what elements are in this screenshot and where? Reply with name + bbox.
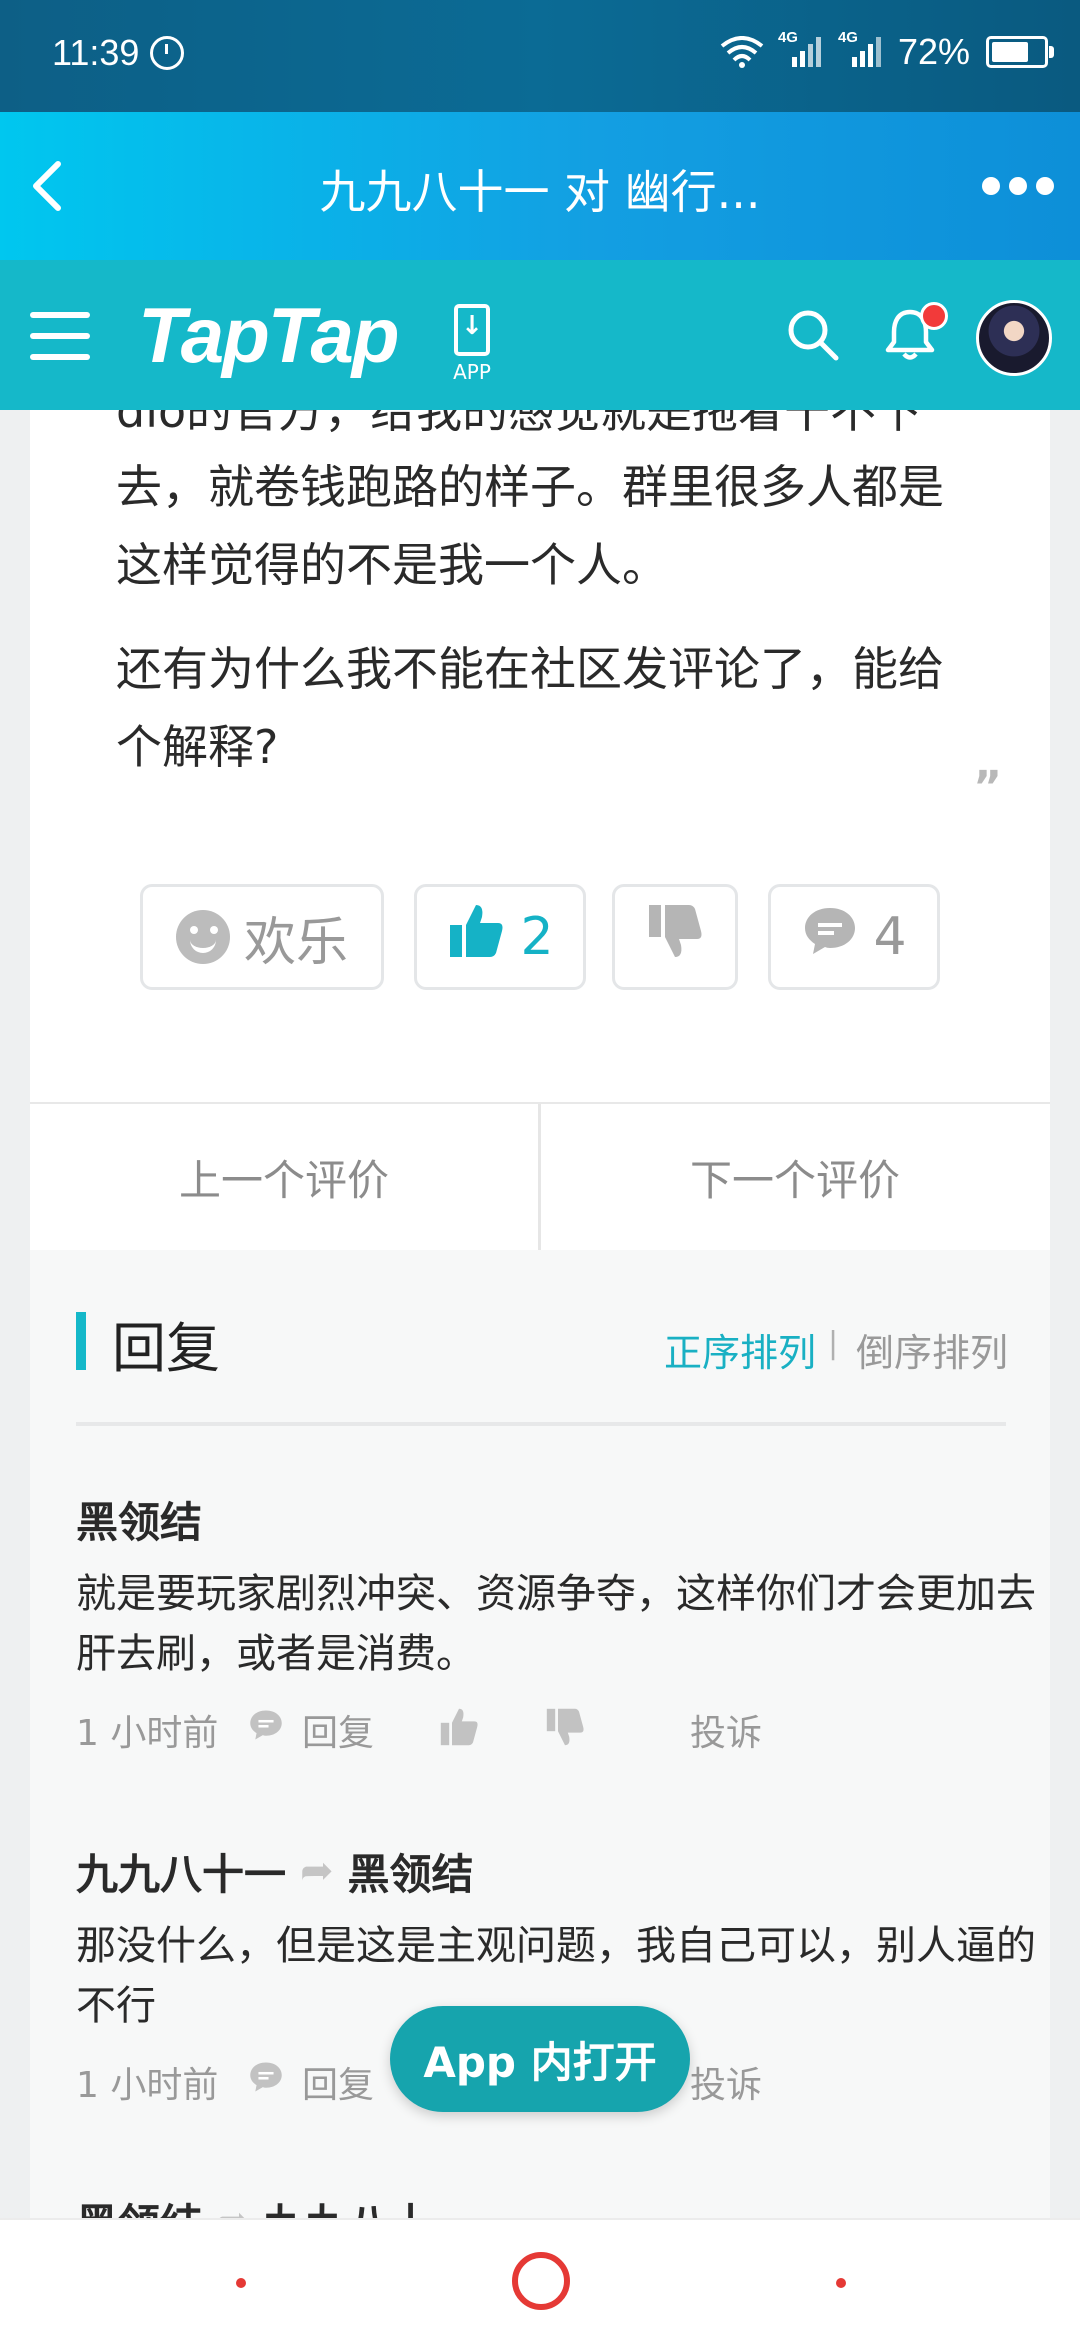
review-paragraph-2: 还有为什么我不能在社区发评论了，能给个解释? <box>116 642 944 774</box>
notification-badge <box>920 302 948 330</box>
battery-percent: 72% <box>897 31 970 72</box>
cellular-signal-icon: 4G <box>838 29 884 69</box>
replies-title: 回复 <box>112 1317 220 1380</box>
reply-time: 1 小时前 <box>76 1713 219 1754</box>
reply-to-arrow-icon: ➦ <box>300 1848 334 1894</box>
comment-icon <box>801 904 859 971</box>
nav-recent-dot[interactable] <box>836 2278 846 2288</box>
network-type-label: 4G <box>837 29 858 46</box>
more-options-icon[interactable] <box>982 172 1054 200</box>
sort-ascending-tab[interactable]: 正序排列 <box>664 1322 816 1377</box>
upvote-count: 2 <box>520 907 554 967</box>
downvote-button[interactable] <box>612 884 738 990</box>
review-text-partial: dlo的官方，给我的感觉就是拖着干不下 <box>116 410 996 436</box>
alarm-icon <box>150 36 184 70</box>
nav-back-dot[interactable] <box>236 2278 246 2288</box>
fun-reaction-label: 欢乐 <box>243 912 348 973</box>
review-partial-line: dlo的官方，给我的感觉就是拖着干不下 <box>116 410 996 434</box>
reply-icon[interactable] <box>246 1708 286 1742</box>
thumbs-up-icon[interactable] <box>438 1706 480 1748</box>
sort-separator: | <box>828 1326 839 1361</box>
app-download-label: APP <box>453 360 491 384</box>
reply-item: 黑领结 就是要玩家剧烈冲突、资源争夺，这样你们才会更加去肝去刷，或者是消费。 1… <box>76 1490 1036 1758</box>
thumbs-up-icon <box>446 901 506 974</box>
phone-download-icon <box>454 304 490 356</box>
browser-title-bar: 九九八十一 对 幽行... <box>0 112 1080 260</box>
network-type-label: 4G <box>777 29 798 46</box>
thumbs-down-icon <box>645 901 705 974</box>
nav-home-circle[interactable] <box>512 2252 570 2310</box>
reply-to-user[interactable]: 黑领结 <box>348 1841 474 1902</box>
smile-icon <box>175 910 230 964</box>
taptap-logo[interactable]: TapTap <box>138 290 400 381</box>
reply-author[interactable]: 九九八十一 <box>76 1841 286 1902</box>
cellular-signal-icon: 4G <box>778 29 824 69</box>
status-time: 11:39 <box>52 32 140 73</box>
menu-icon[interactable] <box>30 312 90 360</box>
reply-item-partial: 黑领结 ➦ 九九八十一 <box>30 2190 1050 2220</box>
reply-to-arrow-icon: ➦ <box>216 2198 250 2220</box>
previous-review-button[interactable]: 上一个评价 <box>30 1104 541 1250</box>
status-bar: 11:39 4G 4G 72% <box>0 0 1080 112</box>
upvote-button[interactable]: 2 <box>414 884 586 990</box>
user-avatar[interactable] <box>976 300 1052 376</box>
comment-count: 4 <box>873 907 907 967</box>
reply-link[interactable]: 回复 <box>302 1704 374 1756</box>
reply-meta: 1 小时前 回复 投诉 <box>76 1698 1036 1758</box>
sort-descending-tab[interactable]: 倒序排列 <box>856 1322 1008 1377</box>
reply-icon[interactable] <box>246 2060 286 2094</box>
divider <box>76 1422 1006 1426</box>
page-title: 九九八十一 对 幽行... <box>319 165 761 219</box>
comment-button[interactable]: 4 <box>768 884 940 990</box>
reply-to-user[interactable]: 九九八十一 <box>264 2191 474 2221</box>
next-review-button[interactable]: 下一个评价 <box>541 1104 1049 1250</box>
site-header: TapTap APP <box>0 260 1080 410</box>
thumbs-down-icon[interactable] <box>544 1706 586 1748</box>
quote-icon: „ <box>974 738 1003 789</box>
reply-author[interactable]: 黑领结 <box>76 1489 202 1550</box>
system-navigation-bar <box>0 2218 1080 2342</box>
search-icon[interactable] <box>786 308 840 362</box>
fun-reaction-button[interactable]: 欢乐 <box>140 884 384 990</box>
battery-fill <box>992 42 1028 62</box>
reply-author[interactable]: 黑领结 <box>76 2191 202 2221</box>
reply-link[interactable]: 回复 <box>302 2056 374 2108</box>
reply-time: 1 小时前 <box>76 2065 219 2106</box>
review-navigation: 上一个评价 下一个评价 <box>30 1102 1050 1252</box>
battery-icon <box>986 36 1054 68</box>
wifi-icon <box>720 36 764 68</box>
app-download-button[interactable]: APP <box>446 304 498 384</box>
open-in-app-button[interactable]: App 内打开 <box>390 2006 690 2112</box>
report-link[interactable]: 投诉 <box>690 2056 762 2108</box>
section-accent-bar <box>76 1312 86 1370</box>
reply-text: 就是要玩家剧烈冲突、资源争夺，这样你们才会更加去肝去刷，或者是消费。 <box>76 1571 1036 1677</box>
review-paragraph-1: 去，就卷钱跑路的样子。群里很多人都是这样觉得的不是我一个人。 <box>116 460 944 592</box>
report-link[interactable]: 投诉 <box>690 1704 762 1756</box>
